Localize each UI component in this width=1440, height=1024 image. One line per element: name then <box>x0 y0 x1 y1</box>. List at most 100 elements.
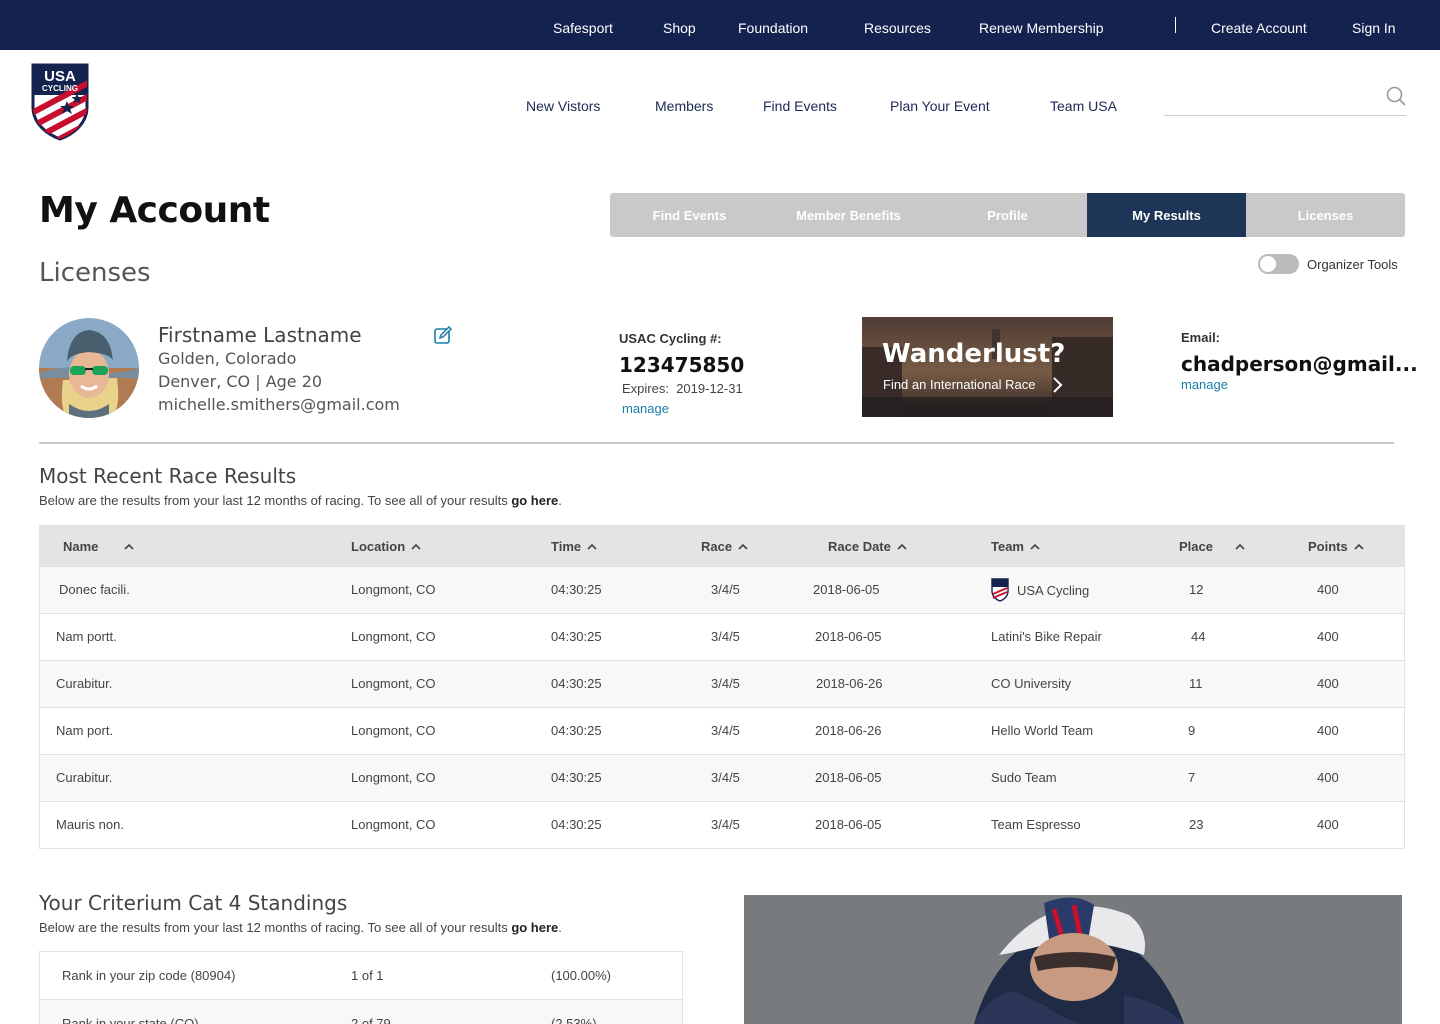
recent-results-title: Most Recent Race Results <box>39 464 297 488</box>
table-row[interactable]: Curabitur. Longmont, CO 04:30:25 3/4/5 2… <box>40 660 1404 707</box>
column-label: Team <box>991 539 1024 554</box>
recent-subtitle-suffix: . <box>558 493 562 508</box>
cell-points: 400 <box>1317 629 1339 644</box>
promo-subtitle: Find an International Race <box>883 377 1036 392</box>
column-label: Place <box>1179 539 1213 554</box>
cell-points: 400 <box>1317 676 1339 691</box>
tab-my-results[interactable]: My Results <box>1087 193 1246 237</box>
table-row[interactable]: Curabitur. Longmont, CO 04:30:25 3/4/5 2… <box>40 754 1404 801</box>
topbar-link-shop[interactable]: Shop <box>663 20 696 36</box>
standings-percent: (2.53%) <box>551 1016 597 1024</box>
member-location-age: Denver, CO | Age 20 <box>158 372 323 391</box>
cell-race: 3/4/5 <box>711 723 740 738</box>
svg-text:CYCLING: CYCLING <box>42 84 78 93</box>
topbar-link-renew-membership[interactable]: Renew Membership <box>979 20 1104 36</box>
cell-time: 04:30:25 <box>551 770 602 785</box>
cell-place: 23 <box>1189 817 1204 832</box>
account-tabs: Find Events Member Benefits Profile My R… <box>610 193 1405 237</box>
topbar-link-safesport[interactable]: Safesport <box>553 20 613 36</box>
table-row[interactable]: Mauris non. Longmont, CO 04:30:25 3/4/5 … <box>40 801 1404 848</box>
cell-name: Mauris non. <box>56 817 124 832</box>
nav-item-members[interactable]: Members <box>655 98 713 114</box>
table-row[interactable]: Nam portt. Longmont, CO 04:30:25 3/4/5 2… <box>40 613 1404 660</box>
cell-location: Longmont, CO <box>351 723 436 738</box>
usa-cycling-logo[interactable]: USA CYCLING <box>31 63 89 141</box>
svg-text:USA: USA <box>44 68 76 85</box>
recent-subtitle-text: Below are the results from your last 12 … <box>39 493 512 508</box>
cell-race: 3/4/5 <box>711 770 740 785</box>
nav-item-new-visitors[interactable]: New Vistors <box>526 98 600 114</box>
column-header-team[interactable]: Team <box>991 539 1040 554</box>
column-header-race[interactable]: Race <box>701 539 748 554</box>
column-label: Name <box>63 539 99 554</box>
topbar-divider <box>1175 17 1176 33</box>
create-account-link[interactable]: Create Account <box>1211 20 1307 36</box>
standings-title: Your Criterium Cat 4 Standings <box>39 891 348 915</box>
cell-race-date: 2018-06-05 <box>815 770 882 785</box>
cell-race: 3/4/5 <box>711 582 740 597</box>
member-hometown: Golden, Colorado <box>158 349 297 368</box>
column-header-points[interactable]: Points <box>1308 539 1364 554</box>
sort-icon <box>411 543 421 550</box>
standings-go-here-link[interactable]: go here <box>511 920 558 935</box>
recent-results-subtitle: Below are the results from your last 12 … <box>39 493 562 508</box>
section-title: Licenses <box>39 258 151 288</box>
column-label: Race Date <box>828 539 891 554</box>
column-label: Time <box>551 539 582 554</box>
member-email: michelle.smithers@gmail.com <box>158 395 400 414</box>
international-race-promo[interactable]: Wanderlust? Find an International Race <box>862 317 1113 417</box>
nav-item-find-events[interactable]: Find Events <box>763 98 837 114</box>
standings-subtitle-text: Below are the results from your last 12 … <box>39 920 512 935</box>
nav-item-plan-your-event[interactable]: Plan Your Event <box>890 98 990 114</box>
organizer-tools-label: Organizer Tools <box>1307 257 1398 272</box>
promo-title: Wanderlust? <box>882 339 1066 369</box>
column-header-time[interactable]: Time <box>551 539 597 554</box>
cell-points: 400 <box>1317 770 1339 785</box>
tab-licenses[interactable]: Licenses <box>1246 193 1405 237</box>
column-header-place[interactable]: Place <box>1179 539 1245 554</box>
cell-location: Longmont, CO <box>351 770 436 785</box>
cell-points: 400 <box>1317 723 1339 738</box>
column-label: Points <box>1308 539 1348 554</box>
cell-place: 12 <box>1189 582 1204 597</box>
standings-rank: 1 of 1 <box>351 968 384 983</box>
page-title: My Account <box>39 190 270 231</box>
cell-time: 04:30:25 <box>551 676 602 691</box>
column-header-race-date[interactable]: Race Date <box>828 539 907 554</box>
tab-profile[interactable]: Profile <box>928 193 1087 237</box>
column-label: Location <box>351 539 406 554</box>
member-name: Firstname Lastname <box>158 323 362 347</box>
cell-name: Donec facili. <box>59 582 130 597</box>
license-manage-link[interactable]: manage <box>622 401 669 416</box>
search-icon[interactable] <box>1386 86 1406 106</box>
email-manage-link[interactable]: manage <box>1181 377 1228 392</box>
sign-in-link[interactable]: Sign In <box>1352 20 1396 36</box>
organizer-tools-toggle[interactable] <box>1258 254 1299 274</box>
table-row[interactable]: Nam port. Longmont, CO 04:30:25 3/4/5 20… <box>40 707 1404 754</box>
search-input[interactable] <box>1164 84 1406 116</box>
cell-team: Latini's Bike Repair <box>991 629 1102 644</box>
cyclist-photo <box>744 895 1402 1024</box>
column-header-location[interactable]: Location <box>351 539 421 554</box>
recent-go-here-link[interactable]: go here <box>511 493 558 508</box>
standings-label: Rank in your zip code (80904) <box>62 968 236 983</box>
nav-item-team-usa[interactable]: Team USA <box>1050 98 1117 114</box>
tab-member-benefits[interactable]: Member Benefits <box>769 193 928 237</box>
email-label: Email: <box>1181 330 1221 345</box>
sort-icon <box>124 543 134 550</box>
table-row[interactable]: Donec facili. Longmont, CO 04:30:25 3/4/… <box>40 566 1404 613</box>
table-body: Donec facili. Longmont, CO 04:30:25 3/4/… <box>40 566 1404 848</box>
cell-race: 3/4/5 <box>711 629 740 644</box>
column-label: Race <box>701 539 733 554</box>
topbar-link-foundation[interactable]: Foundation <box>738 20 808 36</box>
cell-race: 3/4/5 <box>711 817 740 832</box>
sort-icon <box>897 543 907 550</box>
topbar-link-resources[interactable]: Resources <box>864 20 931 36</box>
email-value: chadperson@gmail... <box>1181 352 1418 376</box>
edit-icon[interactable] <box>434 325 453 344</box>
sort-icon <box>1030 543 1040 550</box>
sort-icon <box>738 543 748 550</box>
tab-find-events[interactable]: Find Events <box>610 193 769 237</box>
column-header-name[interactable]: Name <box>63 539 134 554</box>
sort-icon <box>1354 543 1364 550</box>
